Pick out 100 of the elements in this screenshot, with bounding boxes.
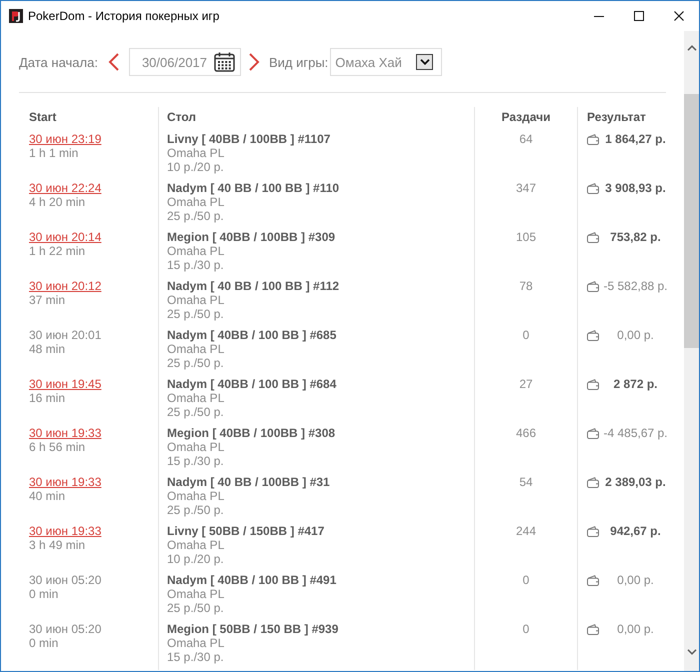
duration-text: 40 min xyxy=(29,489,66,503)
stakes-text: 25 р./50 р. xyxy=(167,601,224,615)
table-name: Nadym [ 40BB / 100 BB ] #684 xyxy=(167,377,336,391)
hands-count: 244 xyxy=(516,524,536,538)
duration-text: 48 min xyxy=(29,342,66,356)
start-time-link[interactable]: 30 июн 22:24 xyxy=(29,181,102,195)
duration-text: 0 min xyxy=(29,636,58,650)
game-type: Omaha PL xyxy=(167,538,224,552)
result-amount: 1 864,27 р. xyxy=(604,132,667,146)
calendar-icon[interactable] xyxy=(214,52,235,72)
chevron-down-icon xyxy=(420,59,430,65)
wallet-icon xyxy=(587,232,599,242)
dropdown-button[interactable] xyxy=(416,54,434,70)
result-amount: 3 908,93 р. xyxy=(604,181,667,195)
wallet-icon xyxy=(587,624,599,634)
result-amount: 0,00 р. xyxy=(616,622,655,636)
wallet-icon xyxy=(587,280,599,292)
result-amount: 2 872 р. xyxy=(612,377,659,391)
wallet-icon xyxy=(587,378,599,390)
start-time: 30 июн 20:01 xyxy=(29,328,102,342)
stakes-text: 25 р./50 р. xyxy=(167,356,224,370)
result-amount: -5 582,88 р. xyxy=(602,279,669,293)
start-time-link[interactable]: 30 июн 20:14 xyxy=(29,230,102,244)
table-name: Livny [ 50BB / 150BB ] #417 xyxy=(167,524,324,538)
chevron-down-icon xyxy=(686,649,696,655)
wallet-icon xyxy=(587,134,599,144)
game-type: Omaha PL xyxy=(167,342,224,356)
stakes-text: 15 р./30 р. xyxy=(167,454,224,468)
duration-text: 1 h 22 min xyxy=(29,244,86,258)
scrollbar-track[interactable] xyxy=(684,31,699,671)
result-amount: 0,00 р. xyxy=(616,328,655,342)
duration-text: 3 h 49 min xyxy=(29,538,86,552)
start-time-link[interactable]: 30 июн 19:33 xyxy=(29,426,102,440)
table-name: Livny [ 40BB / 100BB ] #1107 xyxy=(167,132,330,146)
table-name: Megion [ 40BB / 100BB ] #309 xyxy=(167,230,336,244)
column-header: Стол xyxy=(167,110,196,124)
maximize-icon xyxy=(634,11,644,21)
wallet-icon xyxy=(587,330,599,340)
game-type: Omaha PL xyxy=(167,440,224,454)
result-amount: 942,67 р. xyxy=(609,524,662,538)
game-select[interactable]: Омаха Хай xyxy=(330,48,442,76)
stakes-text: 25 р./50 р. xyxy=(167,307,224,321)
stakes-text: 15 р./30 р. xyxy=(167,258,224,272)
scrollbar-thumb[interactable] xyxy=(684,94,699,348)
start-time-link[interactable]: 30 июн 20:12 xyxy=(29,279,102,293)
start-time: 30 июн 05:20 xyxy=(29,622,102,636)
start-time-link[interactable]: 30 июн 23:19 xyxy=(29,132,102,146)
start-time-link[interactable]: 30 июн 19:33 xyxy=(29,524,102,538)
result-amount: 753,82 р. xyxy=(609,230,662,244)
game-type: Omaha PL xyxy=(167,587,224,601)
hands-count: 466 xyxy=(516,426,536,440)
duration-text: 1 h 1 min xyxy=(29,146,78,160)
hands-count: 78 xyxy=(519,279,533,293)
stakes-text: 15 р./30 р. xyxy=(167,650,224,664)
stakes-text: 10 р./20 р. xyxy=(167,552,224,566)
game-type: Omaha PL xyxy=(167,195,224,209)
duration-text: 37 min xyxy=(29,293,66,307)
wallet-icon xyxy=(587,182,599,194)
hands-count: 0 xyxy=(522,622,530,636)
result-amount: 0,00 р. xyxy=(616,573,655,587)
table-name: Nadym [ 40 BB / 100 BB ] #112 xyxy=(167,279,340,293)
hands-count: 0 xyxy=(522,573,530,587)
game-type: Omaha PL xyxy=(167,636,224,650)
hands-count: 27 xyxy=(519,377,533,391)
stakes-text: 25 р./50 р. xyxy=(167,209,224,223)
wallet-icon xyxy=(587,476,599,488)
column-header: Результат xyxy=(587,110,646,124)
table-name: Megion [ 50BB / 150 BB ] #939 xyxy=(167,622,338,636)
table-name: Nadym [ 40 BB / 100BB ] #31 xyxy=(167,475,330,489)
result-amount: -4 485,67 р. xyxy=(602,426,669,440)
start-time-link[interactable]: 30 июн 19:33 xyxy=(29,475,102,489)
date-field[interactable]: 30/06/2017 xyxy=(128,48,241,76)
chevron-left-icon[interactable] xyxy=(108,53,119,71)
stakes-text: 10 р./20 р. xyxy=(167,160,224,174)
game-type: Omaha PL xyxy=(167,146,224,160)
hands-count: 54 xyxy=(519,475,533,489)
duration-text: 0 min xyxy=(29,587,58,601)
table-name: Megion [ 40BB / 100BB ] #308 xyxy=(167,426,336,440)
table-name: Nadym [ 40 BB / 100 BB ] #110 xyxy=(167,181,340,195)
stakes-text: 25 р./50 р. xyxy=(167,405,224,419)
game-type: Omaha PL xyxy=(167,244,224,258)
date-label: Дата начала: xyxy=(19,54,98,70)
game-type: Omaha PL xyxy=(167,293,224,307)
game-type: Omaha PL xyxy=(167,391,224,405)
result-amount: 2 389,03 р. xyxy=(604,475,667,489)
game-label: Вид игры: xyxy=(268,54,328,70)
start-time: 30 июн 05:20 xyxy=(29,573,102,587)
close-icon xyxy=(674,11,684,21)
start-time-link[interactable]: 30 июн 19:45 xyxy=(29,377,102,391)
chevron-up-icon xyxy=(686,45,696,51)
hands-count: 347 xyxy=(516,181,536,195)
table-name: Nadym [ 40BB / 100 BB ] #491 xyxy=(167,573,336,587)
game-type: Omaha PL xyxy=(167,489,224,503)
wallet-icon xyxy=(587,574,599,586)
duration-text: 4 h 20 min xyxy=(29,195,86,209)
table-name: Nadym [ 40BB / 100 BB ] #685 xyxy=(167,328,336,342)
stakes-text: 25 р./50 р. xyxy=(167,503,224,517)
hands-count: 105 xyxy=(516,230,536,244)
chevron-right-icon[interactable] xyxy=(248,53,260,71)
wallet-icon xyxy=(587,428,599,438)
